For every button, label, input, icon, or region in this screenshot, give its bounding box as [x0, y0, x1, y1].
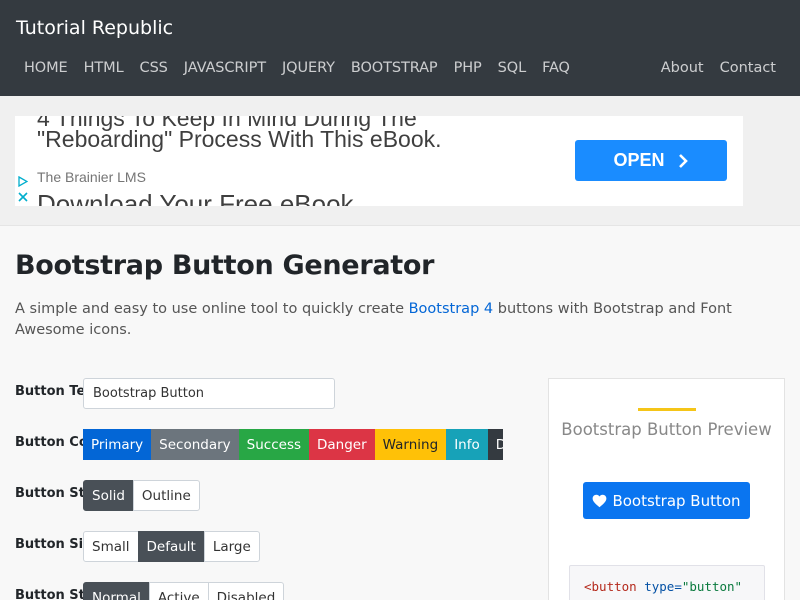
- preview-title: Bootstrap Button Preview: [561, 420, 772, 439]
- state-active[interactable]: Active: [148, 582, 209, 600]
- ad-open-label: OPEN: [613, 150, 665, 170]
- ad-open-button[interactable]: OPEN: [575, 140, 727, 181]
- heart-icon: [593, 494, 607, 507]
- play-triangle-icon[interactable]: [18, 176, 28, 187]
- button-text-input[interactable]: Bootstrap Button: [83, 378, 335, 409]
- size-selector: Small Default Large: [83, 531, 260, 562]
- site-header: Tutorial Republic HOME HTML CSS JAVASCRI…: [0, 0, 800, 96]
- color-warning[interactable]: Warning: [374, 429, 447, 460]
- size-large[interactable]: Large: [203, 531, 260, 562]
- color-primary[interactable]: Primary: [83, 429, 152, 460]
- nav-css[interactable]: CSS: [140, 60, 168, 76]
- color-secondary[interactable]: Secondary: [151, 429, 239, 460]
- accent-bar: [638, 408, 696, 411]
- code-value: "button": [681, 579, 743, 594]
- desc-text-before: A simple and easy to use online tool to …: [15, 301, 409, 317]
- nav-home[interactable]: HOME: [24, 60, 68, 76]
- code-output[interactable]: <button type="button": [569, 565, 765, 600]
- ad-headline[interactable]: "Reboarding" Process With This eBook.: [37, 126, 442, 153]
- chevron-right-icon: [678, 153, 688, 168]
- page-description: A simple and easy to use online tool to …: [15, 299, 790, 341]
- preview-card: Bootstrap Button Preview Bootstrap Butto…: [548, 378, 785, 600]
- bootstrap-4-link[interactable]: Bootstrap 4: [409, 301, 494, 317]
- code-tag: <button: [584, 579, 637, 594]
- nav-about[interactable]: About: [661, 60, 704, 76]
- nav-php[interactable]: PHP: [454, 60, 482, 76]
- close-icon[interactable]: [18, 192, 28, 202]
- nav-html[interactable]: HTML: [84, 60, 124, 76]
- state-normal[interactable]: Normal: [83, 582, 150, 600]
- nav-jquery[interactable]: JQUERY: [282, 60, 335, 76]
- site-brand[interactable]: Tutorial Republic: [16, 17, 173, 39]
- style-selector: Solid Outline: [83, 480, 200, 511]
- color-danger[interactable]: Danger: [309, 429, 375, 460]
- main-nav: HOME HTML CSS JAVASCRIPT JQUERY BOOTSTRA…: [24, 60, 586, 76]
- ad-headline-bottom: Download Your Free eBook: [37, 189, 354, 206]
- ad-source[interactable]: The Brainier LMS: [37, 169, 146, 185]
- secondary-nav: About Contact: [645, 60, 776, 76]
- nav-faq[interactable]: FAQ: [542, 60, 570, 76]
- style-solid[interactable]: Solid: [83, 480, 134, 511]
- preview-button[interactable]: Bootstrap Button: [583, 482, 750, 519]
- nav-contact[interactable]: Contact: [720, 60, 776, 76]
- state-selector: Normal Active Disabled: [83, 582, 285, 600]
- color-selector: Primary Secondary Success Danger Warning…: [83, 429, 503, 460]
- style-outline[interactable]: Outline: [132, 480, 200, 511]
- nav-sql[interactable]: SQL: [498, 60, 527, 76]
- size-small[interactable]: Small: [83, 531, 139, 562]
- nav-javascript[interactable]: JAVASCRIPT: [184, 60, 266, 76]
- state-disabled[interactable]: Disabled: [207, 582, 285, 600]
- ad-banner[interactable]: 4 Things To Keep In Mind During The "Reb…: [15, 116, 743, 206]
- size-default[interactable]: Default: [137, 531, 205, 562]
- code-attr: type=: [636, 579, 682, 594]
- color-dark[interactable]: Dark: [487, 429, 503, 460]
- ad-container: 4 Things To Keep In Mind During The "Reb…: [0, 96, 800, 226]
- page-title: Bootstrap Button Generator: [15, 250, 435, 281]
- nav-bootstrap[interactable]: BOOTSTRAP: [351, 60, 438, 76]
- preview-button-label: Bootstrap Button: [612, 491, 741, 510]
- color-success[interactable]: Success: [238, 429, 310, 460]
- color-info[interactable]: Info: [446, 429, 488, 460]
